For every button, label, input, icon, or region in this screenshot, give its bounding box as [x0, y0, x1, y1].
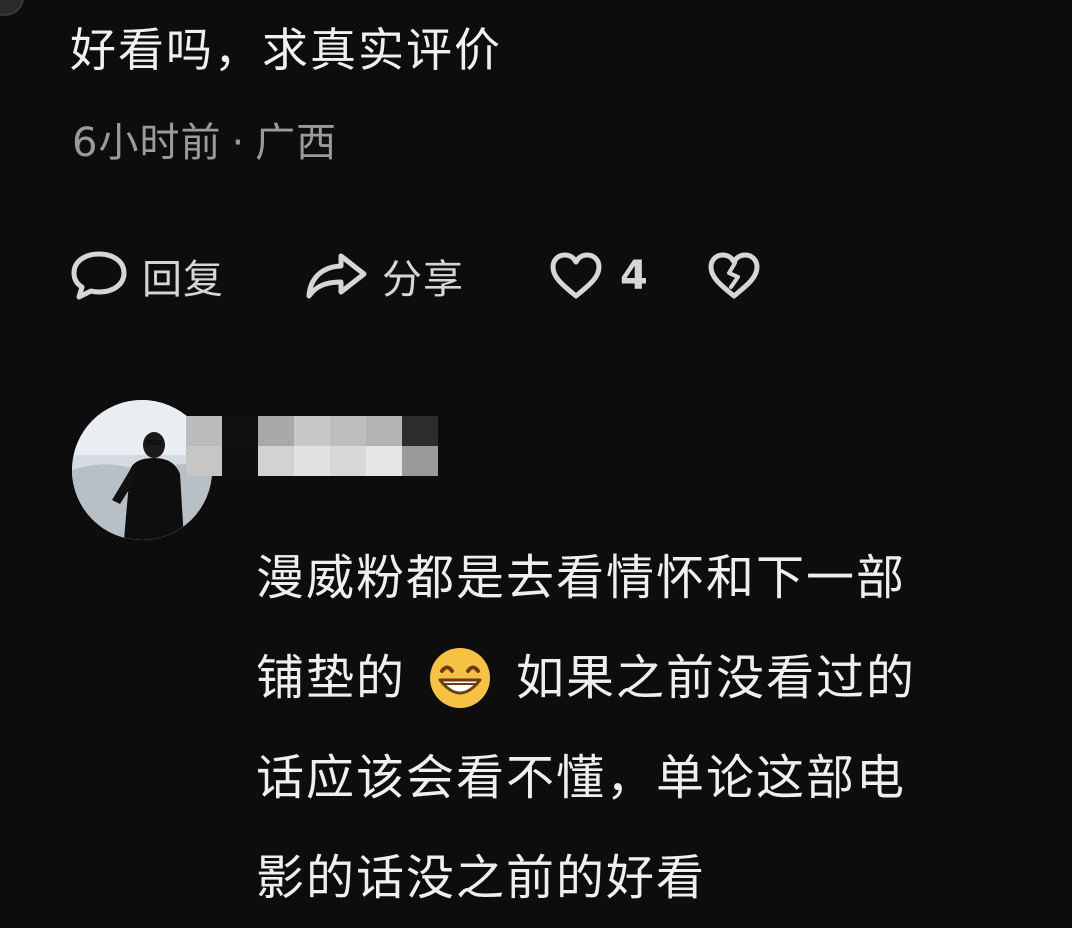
username-blurred[interactable] — [186, 416, 438, 476]
like-button[interactable]: 4 — [548, 251, 706, 301]
reply-line: 话应该会看不懂，单论这部电 — [256, 750, 907, 806]
reply-text: 漫威粉都是去看情怀和下一部 铺垫的 如果之前没看过的 话应该会看不懂，单论这部电… — [256, 528, 1046, 928]
comment-text: 好看吗，求真实评价 — [70, 23, 502, 77]
comment-time: 6小时前 — [72, 120, 222, 166]
reply-segment: 如果之前没看过的 — [516, 650, 917, 706]
share-button[interactable]: 分享 — [304, 247, 548, 305]
meta-separator: · — [231, 120, 246, 166]
previous-avatar-edge — [0, 0, 24, 16]
speech-bubble-icon — [71, 251, 127, 300]
share-label: 分享 — [382, 257, 464, 303]
reply-line: 漫威粉都是去看情怀和下一部 — [256, 550, 907, 606]
reply-segment: 铺垫的 — [256, 650, 407, 706]
reply-button[interactable]: 回复 — [70, 247, 304, 305]
like-count: 4 — [620, 253, 649, 299]
share-arrow-icon — [306, 253, 367, 299]
broken-heart-icon — [708, 252, 760, 299]
comment-location: 广西 — [255, 120, 338, 166]
comment-meta: 6小时前 · 广西 — [72, 118, 337, 168]
dislike-button[interactable] — [706, 251, 762, 301]
grinning-face-emoji-icon — [430, 648, 491, 708]
heart-icon — [550, 252, 602, 299]
reply-line: 影的话没之前的好看 — [256, 850, 707, 906]
reply-line: 铺垫的 如果之前没看过的 — [256, 628, 1046, 728]
reply-label: 回复 — [142, 257, 224, 303]
comment-actions: 回复 分享 4 — [70, 246, 762, 306]
